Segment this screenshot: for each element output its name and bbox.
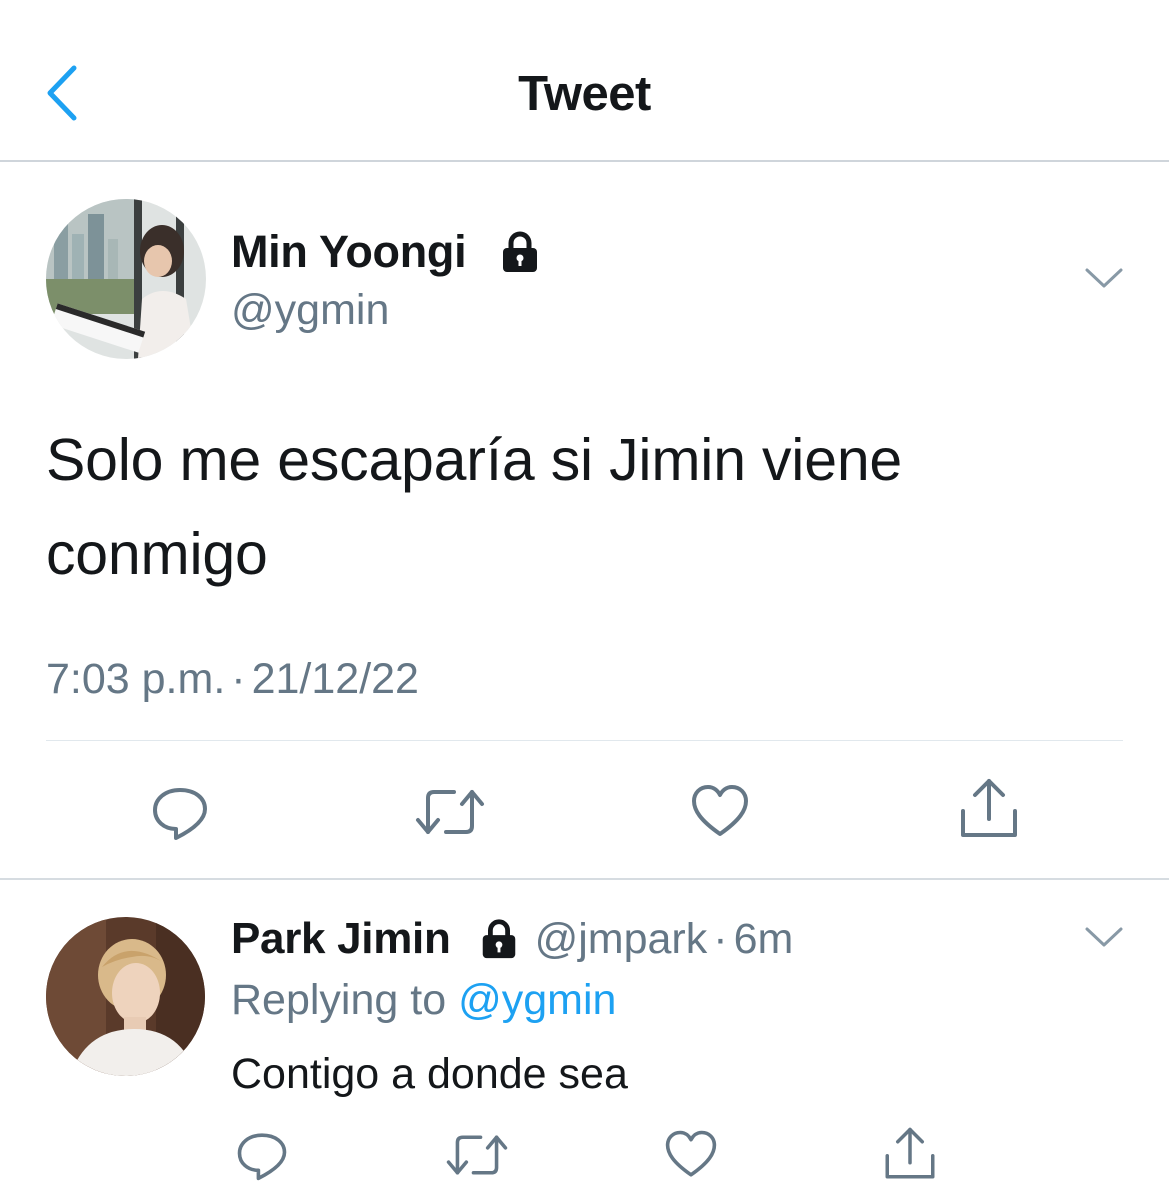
tweet-timestamp: 7:03 p.m. · 21/12/22 (46, 655, 419, 704)
reply-button[interactable] (148, 780, 212, 844)
like-icon (692, 785, 748, 836)
share-icon (961, 779, 1017, 837)
reply-author-name[interactable]: Park Jimin (231, 914, 451, 964)
replying-to-line: Replying to @ygmin (231, 976, 616, 1025)
replying-to-label: Replying to (231, 976, 447, 1024)
reply-timestamp: 6m (733, 914, 794, 963)
reply-icon (153, 788, 207, 840)
tweet-detail-screen: Tweet Min Yoongi @ygmin Solo me escaparí… (0, 0, 1169, 1193)
reply-icon (237, 1133, 287, 1181)
reply-more-options-button[interactable] (1084, 925, 1124, 954)
header-divider (0, 160, 1169, 162)
avatar-photo (46, 917, 205, 1076)
section-divider (0, 878, 1169, 880)
reply-share-button[interactable] (880, 1124, 940, 1184)
lock-icon (482, 919, 515, 959)
reply-like-button[interactable] (662, 1126, 720, 1184)
retweet-button[interactable] (414, 780, 486, 844)
reply-separator: · (713, 914, 728, 963)
author-handle[interactable]: @ygmin (231, 286, 389, 335)
replying-to-link[interactable]: @ygmin (458, 976, 616, 1024)
reply-text: Contigo a donde sea (231, 1050, 628, 1098)
reply-avatar[interactable] (46, 917, 205, 1076)
meta-separator: · (231, 655, 246, 703)
top-nav-bar: Tweet (0, 0, 1169, 162)
page-title: Tweet (518, 67, 651, 121)
like-icon (665, 1130, 717, 1177)
share-button[interactable] (956, 776, 1022, 842)
chevron-down-icon (1085, 268, 1123, 288)
reply-author-handle[interactable]: @jmpark (535, 915, 708, 964)
avatar[interactable] (46, 199, 206, 359)
tweet-date: 21/12/22 (251, 655, 419, 703)
tweet-time: 7:03 p.m. (46, 655, 226, 703)
share-icon (885, 1127, 935, 1179)
lock-icon (503, 231, 537, 272)
reply-reply-button[interactable] (233, 1126, 291, 1184)
retweet-icon (446, 1135, 508, 1175)
chevron-down-icon (1085, 927, 1123, 947)
more-options-button[interactable] (1084, 266, 1124, 295)
like-button[interactable] (688, 780, 752, 844)
reply-header: Park Jimin @jmpark · 6m (231, 914, 793, 964)
tweet-text: Solo me escaparía si Jimin viene conmigo (46, 427, 903, 587)
author-name[interactable]: Min Yoongi (231, 226, 467, 278)
reply-retweet-button[interactable] (444, 1126, 510, 1184)
meta-divider (46, 740, 1123, 741)
retweet-icon (416, 790, 484, 834)
avatar-photo (46, 199, 206, 359)
